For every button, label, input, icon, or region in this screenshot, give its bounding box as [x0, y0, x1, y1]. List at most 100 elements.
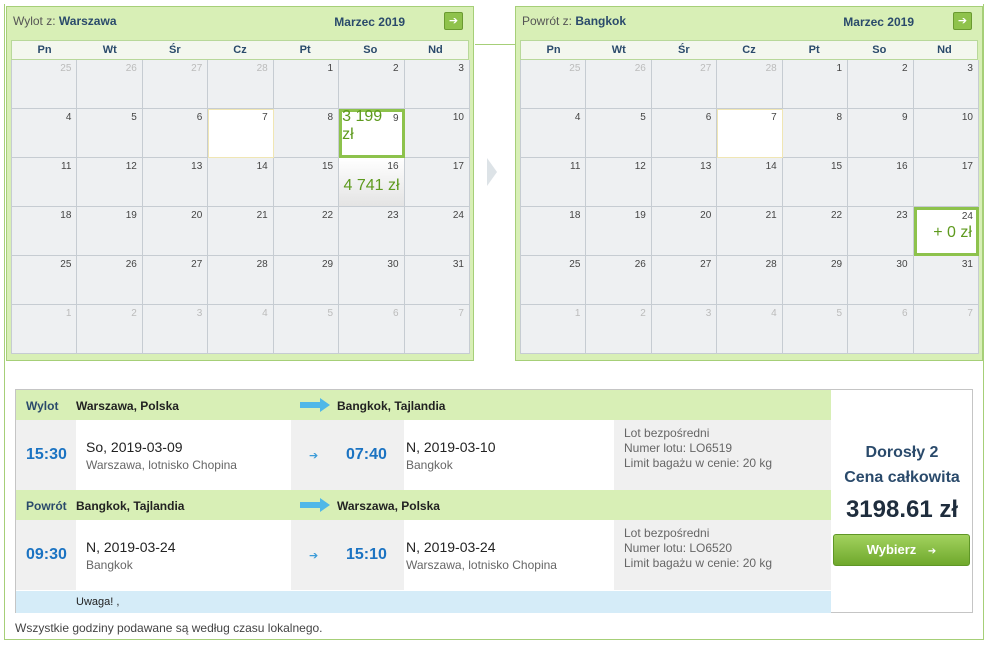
calendar-day[interactable]: 23	[848, 207, 914, 256]
day-price: 4 741 zł	[343, 177, 400, 194]
calendar-day[interactable]: 6	[142, 109, 209, 158]
day-number: 27	[700, 63, 712, 74]
calendar-grid: Pn Wt Śr Cz Pt So Nd 25 26 27 28 1 2 3 4 5 6 7 8 9 10 11 12 13…	[520, 40, 979, 354]
calendar-title: Powrót z: Bangkok	[522, 14, 626, 28]
calendar-day[interactable]: 17	[404, 158, 470, 207]
calendar-day[interactable]: 11	[521, 158, 587, 207]
day-number: 20	[700, 210, 712, 221]
calendar-day: 2	[586, 305, 652, 354]
calendar-day: 26	[77, 60, 143, 109]
calendar-day[interactable]: 18	[521, 207, 587, 256]
chevron-right-icon	[487, 158, 497, 186]
calendar-day[interactable]: 31	[404, 256, 470, 305]
calendar-day[interactable]: 28	[717, 256, 783, 305]
calendar-day[interactable]: 7	[208, 109, 274, 158]
flight-number: Numer lotu: LO6519	[624, 441, 733, 455]
calendar-city: Bangkok	[575, 14, 627, 28]
calendar-day-selected[interactable]: 93 199 zł	[339, 108, 405, 158]
price-summary: Dorosły 2 Cena całkowita 3198.61 zł Wybi…	[831, 390, 973, 612]
calendar-day: 5	[782, 305, 849, 354]
calendar-city: Warszawa	[58, 14, 117, 28]
total-label: Cena całkowita	[844, 469, 960, 486]
calendar-day[interactable]: 23	[339, 207, 405, 256]
calendar-day[interactable]: 21	[717, 207, 783, 256]
day-number: 7	[771, 112, 777, 123]
day-number: 30	[896, 259, 908, 270]
calendar-day[interactable]: 6	[651, 109, 718, 158]
calendar-day[interactable]: 2	[848, 60, 914, 109]
calendar-day[interactable]: 18	[12, 207, 78, 256]
calendar-day[interactable]: 1	[273, 60, 340, 109]
day-number: 31	[961, 259, 973, 270]
calendar-day[interactable]: 8	[782, 109, 849, 158]
day-number: 21	[765, 210, 777, 221]
calendar-day[interactable]: 13	[651, 158, 718, 207]
calendar-day: 27	[651, 60, 718, 109]
arrow-right-icon: ➔	[448, 15, 459, 27]
calendar-day[interactable]: 15	[273, 158, 340, 207]
calendar-day[interactable]: 10	[404, 109, 470, 158]
calendar-day[interactable]: 11	[12, 158, 78, 207]
calendar-day[interactable]: 4	[12, 109, 78, 158]
calendar-day[interactable]: 15	[782, 158, 849, 207]
day-number: 25	[60, 259, 72, 270]
calendar-day[interactable]: 29	[273, 256, 340, 305]
calendar-day[interactable]: 16	[848, 158, 914, 207]
calendar-day[interactable]: 19	[77, 207, 143, 256]
calendar-day[interactable]: 7	[717, 109, 783, 158]
next-month-button[interactable]: ➔	[953, 12, 972, 30]
calendar-day[interactable]: 29	[782, 256, 849, 305]
calendar-day[interactable]: 26	[77, 256, 143, 305]
calendar-day[interactable]: 10	[913, 109, 979, 158]
calendar-day[interactable]: 17	[913, 158, 979, 207]
calendar-day-selected[interactable]: 24 + 0 zł	[913, 207, 979, 256]
calendar-day[interactable]: 5	[586, 109, 652, 158]
calendar-day[interactable]: 26	[586, 256, 652, 305]
calendar-day[interactable]: 12	[77, 158, 143, 207]
calendar-day[interactable]: 31	[913, 256, 979, 305]
calendar-day[interactable]: 16 4 741 zł	[339, 158, 405, 207]
calendar-day[interactable]: 25	[521, 256, 587, 305]
calendar-day[interactable]: 1	[782, 60, 849, 109]
calendar-day[interactable]: 27	[651, 256, 718, 305]
day-number: 12	[634, 161, 646, 172]
calendar-day[interactable]: 30	[848, 256, 914, 305]
weekday-label: So	[363, 44, 378, 56]
calendar-day[interactable]: 3	[404, 60, 470, 109]
calendar-day[interactable]: 12	[586, 158, 652, 207]
calendar-day[interactable]: 28	[208, 256, 274, 305]
baggage-limit: Limit bagażu w cenie: 20 kg	[624, 556, 773, 570]
calendar-day: 1	[12, 305, 78, 354]
calendar-day[interactable]: 22	[273, 207, 340, 256]
calendar-day[interactable]: 2	[339, 60, 405, 109]
calendar-day[interactable]: 3	[913, 60, 979, 109]
departure-date: N, 2019-03-24	[86, 539, 176, 555]
day-number: 9	[901, 112, 908, 123]
calendar-day: 4	[717, 305, 783, 354]
calendar-day[interactable]: 20	[651, 207, 718, 256]
calendar-label: Powrót z:	[522, 14, 573, 28]
day-number: 25	[569, 63, 581, 74]
calendar-day[interactable]: 20	[142, 207, 209, 256]
calendar-day[interactable]: 14	[717, 158, 783, 207]
calendar-day[interactable]: 4	[521, 109, 587, 158]
calendar-day[interactable]: 27	[142, 256, 209, 305]
calendar-day[interactable]: 14	[208, 158, 274, 207]
calendar-day[interactable]: 30	[339, 256, 405, 305]
calendar-day[interactable]: 21	[208, 207, 274, 256]
calendar-days: 25 26 27 28 1 2 3 4 5 6 7 8 9 10 11 12 13 14 15 16 17 18 19 20 2…	[520, 60, 979, 354]
calendar-day[interactable]: 22	[782, 207, 849, 256]
calendar-day[interactable]: 19	[586, 207, 652, 256]
outbound-details: 15:30 So, 2019-03-09 Warszawa, lotnisko …	[16, 420, 831, 490]
calendar-day[interactable]: 24	[404, 207, 470, 256]
calendar-day[interactable]: 9	[848, 109, 914, 158]
calendar-day[interactable]: 5	[77, 109, 143, 158]
calendar-day[interactable]: 13	[142, 158, 209, 207]
next-month-button[interactable]: ➔	[444, 12, 463, 30]
calendar-day[interactable]: 8	[273, 109, 340, 158]
day-number: 16	[387, 161, 399, 172]
day-number: 5	[131, 112, 137, 123]
select-button[interactable]: Wybierz ➔	[833, 534, 970, 566]
flight-type: Lot bezpośredni	[624, 526, 710, 540]
calendar-day[interactable]: 25	[12, 256, 78, 305]
